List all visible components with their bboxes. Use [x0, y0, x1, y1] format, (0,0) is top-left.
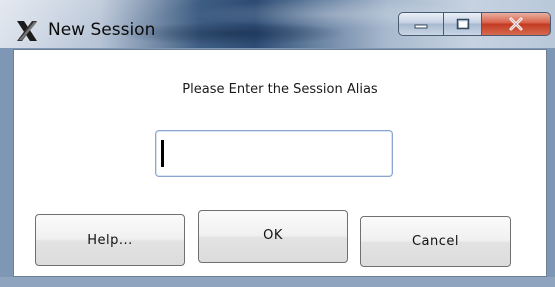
window-bottom-border — [0, 277, 555, 287]
text-caret — [161, 140, 164, 167]
minimize-icon — [414, 24, 428, 29]
caption-buttons — [398, 12, 551, 36]
close-icon — [509, 17, 523, 31]
title-bar[interactable]: New Session — [0, 0, 555, 48]
cancel-button[interactable]: Cancel — [360, 216, 511, 267]
maximize-icon — [456, 18, 469, 30]
close-button[interactable] — [482, 12, 551, 36]
help-button[interactable]: Help... — [35, 214, 185, 266]
x-app-icon — [17, 21, 37, 41]
window-title: New Session — [48, 20, 156, 40]
maximize-button[interactable] — [444, 12, 482, 36]
minimize-button[interactable] — [398, 12, 444, 36]
ok-button[interactable]: OK — [198, 210, 348, 263]
session-alias-input[interactable] — [155, 130, 393, 177]
new-session-window: New Session Please Enter the Session Ali… — [0, 0, 555, 287]
dialog-body: Please Enter the Session Alias Help... O… — [13, 49, 547, 277]
alias-prompt-label: Please Enter the Session Alias — [182, 82, 378, 97]
